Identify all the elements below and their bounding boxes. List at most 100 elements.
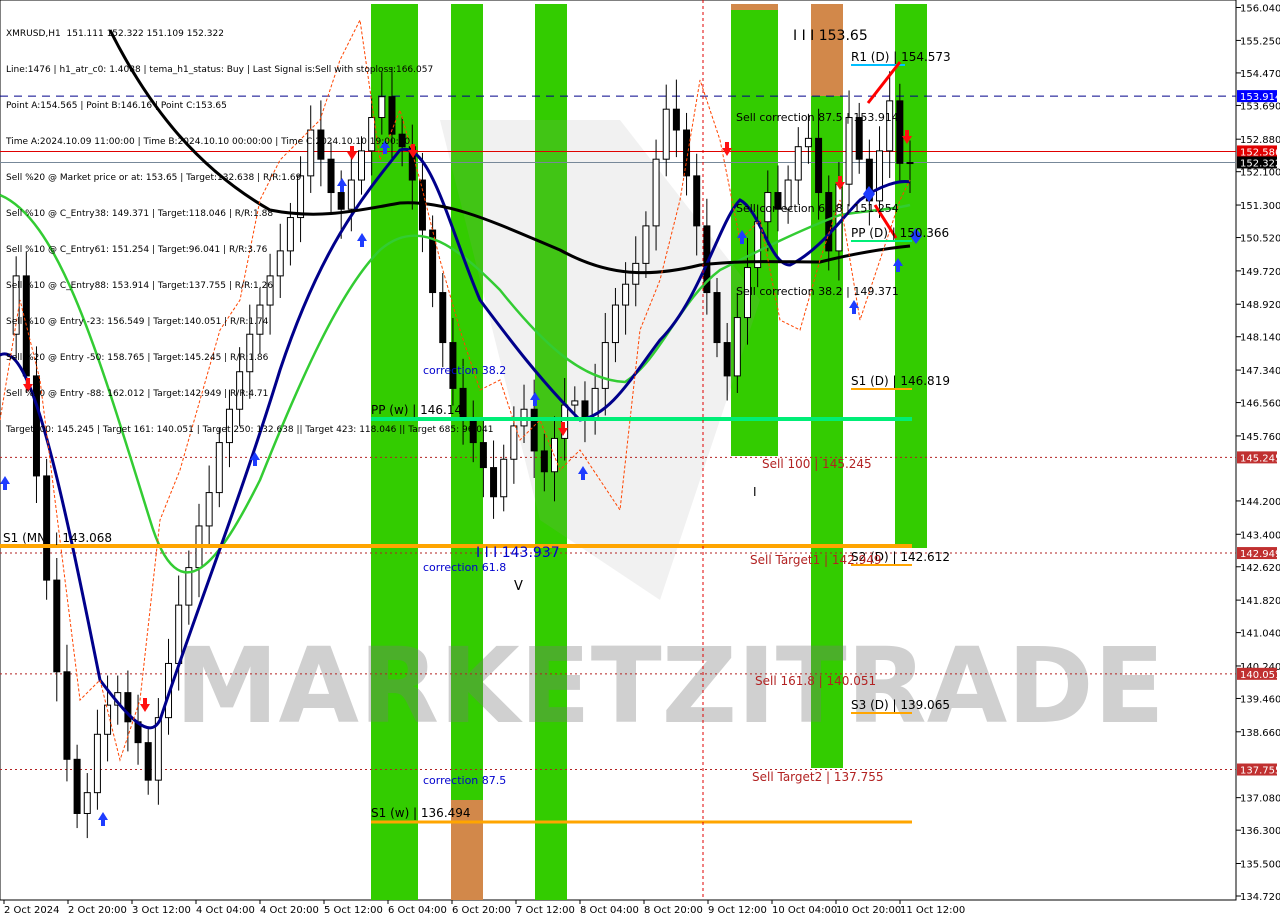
s1-daily-label: S1 (D) | 146.819 <box>851 374 950 388</box>
candle-body <box>215 442 223 494</box>
info-line: Sell %20 @ Entry -50: 158.765 | Target:1… <box>6 353 269 363</box>
y-tick-label: 150.520 <box>1240 234 1280 245</box>
price-tag-label: 145.245 <box>1240 453 1280 464</box>
candle-body <box>906 162 914 165</box>
y-tick-label: 148.920 <box>1240 300 1280 311</box>
candle-body <box>611 304 619 344</box>
candle-body <box>794 146 802 181</box>
x-tick-label: 11 Oct 12:00 <box>900 905 965 916</box>
candle-body <box>530 408 538 452</box>
x-tick-label: 7 Oct 12:00 <box>516 905 575 916</box>
candle-body <box>205 492 213 527</box>
y-tick-label: 156.040 <box>1240 4 1280 15</box>
candle-body <box>601 342 609 389</box>
sell-target2-label: Sell Target2 | 137.755 <box>752 770 884 784</box>
x-tick-label: 6 Oct 20:00 <box>452 905 511 916</box>
sell-correction-875-label: Sell correction 87.5 | 153.914 <box>736 111 899 124</box>
time-axis: 2 Oct 2024 2 Oct 20:00 3 Oct 12:00 4 Oct 04… <box>3 900 965 916</box>
candle-body <box>713 292 721 344</box>
candle-body <box>804 137 812 148</box>
s1-weekly-label: S1 (w) | 136.494 <box>371 806 471 820</box>
info-line: XMRUSD,H1 151.111 152.322 151.109 152.32… <box>6 29 224 39</box>
x-tick-label: 2 Oct 20:00 <box>68 905 127 916</box>
candle-body <box>540 450 548 473</box>
candle-body <box>815 137 823 194</box>
price-tag-label: 142.949 <box>1240 549 1280 560</box>
sell-correction-382-label: Sell correction 38.2 | 149.371 <box>736 285 899 298</box>
candle-body <box>43 475 51 581</box>
candle-body <box>53 579 61 673</box>
x-tick-label: 5 Oct 12:00 <box>324 905 383 916</box>
wave-v-label: V <box>514 579 523 594</box>
candle-body <box>693 175 701 227</box>
x-tick-label: 3 Oct 12:00 <box>132 905 191 916</box>
info-line: Sell %20 @ Entry -88: 162.012 | Target:1… <box>6 389 269 399</box>
candle-body <box>683 129 691 177</box>
y-tick-label: 154.470 <box>1240 69 1280 80</box>
orange-zone-bar <box>731 4 778 10</box>
y-tick-label: 137.080 <box>1240 794 1280 805</box>
y-tick-label: 135.500 <box>1240 859 1280 870</box>
y-tick-label: 147.340 <box>1240 366 1280 377</box>
info-line: Sell %10 @ Entry -23: 156.549 | Target:1… <box>6 317 269 327</box>
candle-body <box>93 733 101 794</box>
x-tick-label: 10 Oct 04:00 <box>772 905 837 916</box>
s1-monthly-label: S1 (MN) | 143.068 <box>3 531 112 545</box>
x-tick-label: 8 Oct 04:00 <box>580 905 639 916</box>
r1-daily-label: R1 (D) | 154.573 <box>851 50 951 64</box>
y-tick-label: 142.620 <box>1240 563 1280 574</box>
orange-zone-bar <box>811 4 843 96</box>
candle-body <box>144 742 152 781</box>
sell-1618-label: Sell 161.8 | 140.051 <box>755 674 876 688</box>
candle-body <box>581 400 589 419</box>
sell-target1-label: Sell Target1 | 142.949 <box>750 553 882 567</box>
y-tick-label: 145.760 <box>1240 432 1280 443</box>
candle-body <box>652 158 660 227</box>
s3-daily-label: S3 (D) | 139.065 <box>851 698 950 712</box>
point-c-label: I I I 153.65 <box>793 28 868 44</box>
candle-body <box>733 317 741 377</box>
price-tag-label: 153.914 <box>1240 92 1280 103</box>
candle-body <box>500 458 508 498</box>
y-tick-label: 134.720 <box>1240 892 1280 903</box>
info-line: Sell %10 @ C_Entry61: 151.254 | Target:9… <box>6 245 268 255</box>
candle-body <box>642 225 650 264</box>
sell-100-label: Sell 100 | 145.245 <box>762 457 872 471</box>
price-tag-label: 140.051 <box>1240 670 1280 681</box>
candle-body <box>886 100 894 152</box>
candle-body <box>571 400 579 406</box>
info-line: Sell %20 @ Market price or at: 153.65 | … <box>6 173 302 183</box>
candle-body <box>845 117 853 185</box>
info-line: Line:1476 | h1_atr_c0: 1.4088 | tema_h1_… <box>6 65 434 75</box>
y-tick-label: 136.300 <box>1240 826 1280 837</box>
y-tick-label: 141.820 <box>1240 596 1280 607</box>
y-tick-label: 144.200 <box>1240 497 1280 508</box>
correction-875-label: correction 87.5 <box>423 774 506 787</box>
y-tick-label: 152.880 <box>1240 135 1280 146</box>
info-line: Sell %10 @ C_Entry88: 153.914 | Target:1… <box>6 281 274 291</box>
x-tick-label: 4 Oct 20:00 <box>260 905 319 916</box>
x-tick-label: 9 Oct 12:00 <box>708 905 767 916</box>
candle-body <box>510 425 518 460</box>
candle-body <box>672 108 680 131</box>
y-tick-label: 155.250 <box>1240 36 1280 47</box>
info-line: Sell %10 @ C_Entry38: 149.371 | Target:1… <box>6 209 274 219</box>
y-tick-label: 149.720 <box>1240 267 1280 278</box>
candle-body <box>63 671 71 760</box>
candle-body <box>622 283 630 306</box>
price-tag-label: 137.755 <box>1240 766 1280 777</box>
info-line: Time A:2024.10.09 11:00:00 | Time B:2024… <box>6 137 411 147</box>
x-tick-label: 6 Oct 04:00 <box>388 905 447 916</box>
candle-body <box>83 792 91 814</box>
info-line: Target100: 145.245 | Target 161: 140.051… <box>6 425 494 435</box>
info-panel: XMRUSD,H1 151.111 152.322 151.109 152.32… <box>6 4 493 448</box>
y-tick-label: 148.140 <box>1240 333 1280 344</box>
candle-body <box>490 467 498 498</box>
x-tick-label: 8 Oct 20:00 <box>644 905 703 916</box>
candle-body <box>175 604 183 664</box>
y-tick-label: 139.460 <box>1240 694 1280 705</box>
y-tick-label: 146.560 <box>1240 399 1280 410</box>
candle-body <box>876 150 884 202</box>
candle-body <box>723 342 731 377</box>
y-tick-label: 138.660 <box>1240 728 1280 739</box>
